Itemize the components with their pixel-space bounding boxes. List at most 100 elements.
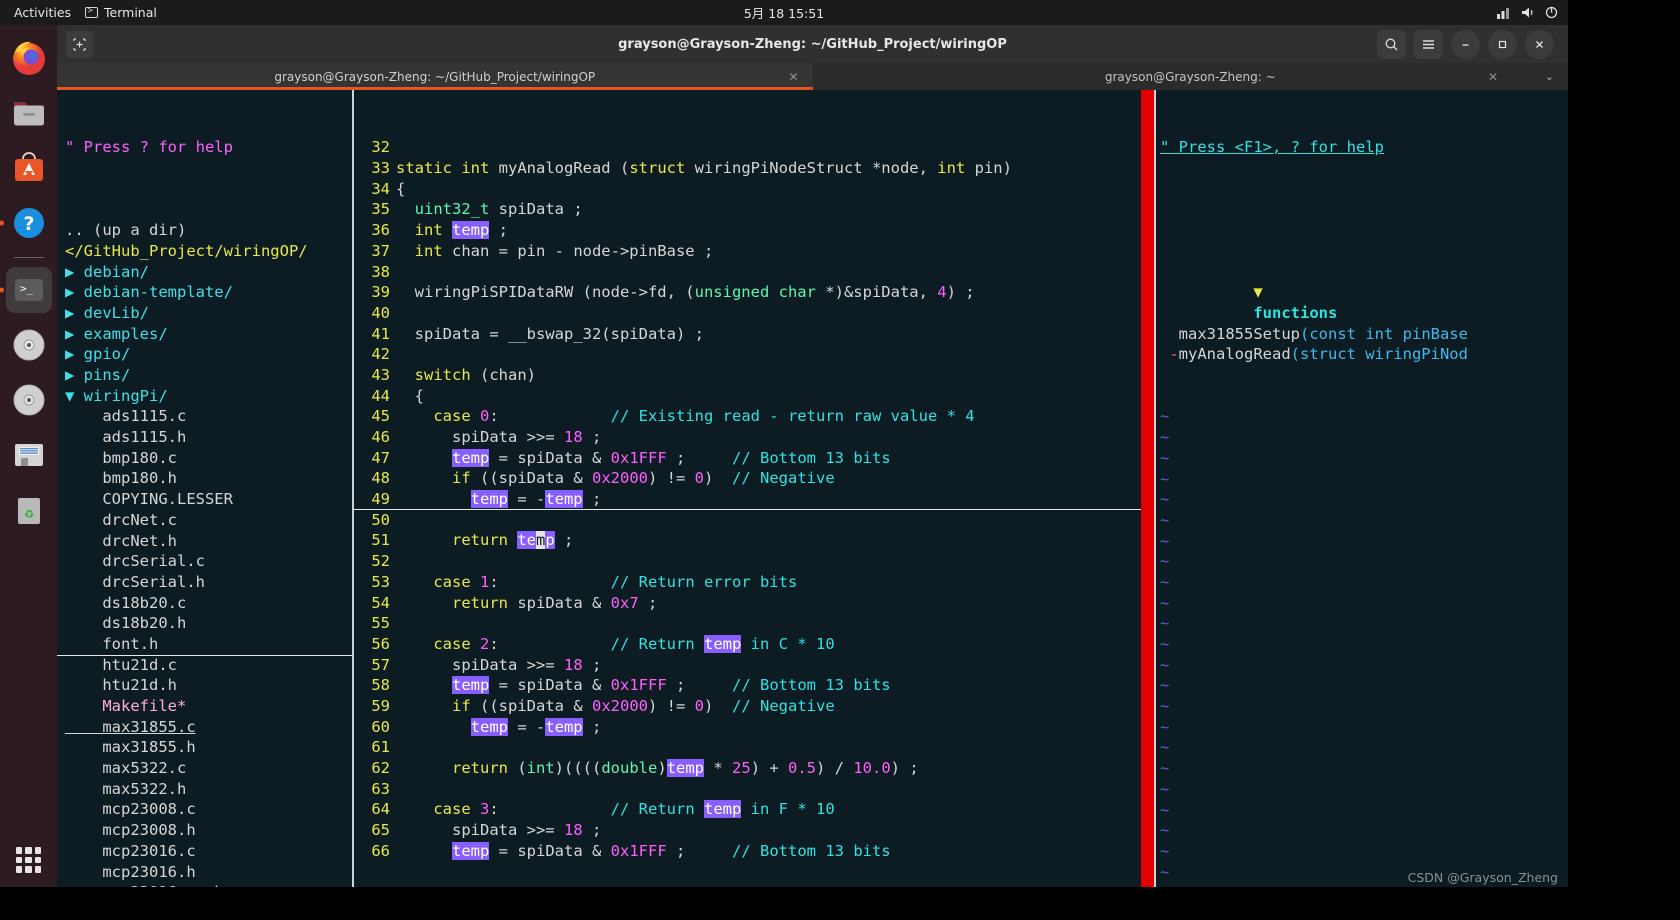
dock-item-terminal[interactable]: >_ xyxy=(0,267,52,313)
code-line[interactable]: 54 return spiData & 0x7 ; xyxy=(354,593,1154,614)
tagbar-tag[interactable]: -myAnalogRead(struct wiringPiNod xyxy=(1156,344,1568,365)
chevron-down-icon[interactable]: ▼ xyxy=(1253,283,1262,301)
code-line[interactable]: 39 wiringPiSPIDataRW (node->fd, (unsigne… xyxy=(354,282,1154,303)
dock-item-trash[interactable]: ♻ xyxy=(6,487,52,533)
terminal-tab-1[interactable]: grayson@Grayson-Zheng: ~/GitHub_Project/… xyxy=(57,63,813,90)
code-line[interactable]: 33 static int myAnalogRead (struct wiring… xyxy=(354,158,1154,179)
activities-button[interactable]: Activities xyxy=(0,5,85,20)
tagbar-tag[interactable]: max31855Setup(const int pinBase xyxy=(1156,324,1568,345)
code-line[interactable]: 63 xyxy=(354,779,1154,800)
code-line[interactable]: 61 xyxy=(354,737,1154,758)
nerdtree-item[interactable]: htu21d.h xyxy=(61,675,352,696)
system-tray[interactable] xyxy=(1497,6,1558,19)
nerdtree-item[interactable]: ds18b20.h xyxy=(61,613,352,634)
minimize-button[interactable] xyxy=(1451,29,1480,59)
nerdtree-item[interactable]: bmp180.h xyxy=(61,468,352,489)
code-line[interactable]: 47 temp = spiData & 0x1FFF ; // Bottom 1… xyxy=(354,448,1154,469)
code-line[interactable]: 55 xyxy=(354,613,1154,634)
code-lines[interactable]: 32 33 static int myAnalogRead (struct wir… xyxy=(354,137,1154,861)
nerdtree-item[interactable]: htu21d.c xyxy=(61,655,352,676)
nerdtree-item[interactable]: ▶ gpio/ xyxy=(61,344,352,365)
dock-item-firefox[interactable] xyxy=(6,35,52,81)
dock-item-ubuntu-software[interactable] xyxy=(6,145,52,191)
nerdtree-item[interactable]: ▶ debian/ xyxy=(61,262,352,283)
code-line[interactable]: 45 case 0: // Existing read - return raw… xyxy=(354,406,1154,427)
new-tab-button[interactable] xyxy=(66,30,93,58)
nerdtree-item[interactable]: </GitHub_Project/wiringOP/ xyxy=(61,241,352,262)
nerdtree-item[interactable]: mcp23008.c xyxy=(61,799,352,820)
dock-item-floppy[interactable] xyxy=(6,432,52,478)
code-line[interactable]: 58 temp = spiData & 0x1FFF ; // Bottom 1… xyxy=(354,675,1154,696)
nerdtree-item[interactable]: max31855.c xyxy=(61,717,352,738)
code-line[interactable]: 65 spiData >>= 18 ; xyxy=(354,820,1154,841)
nerdtree-item[interactable]: font.h xyxy=(61,634,352,655)
close-button[interactable] xyxy=(1525,29,1554,59)
nerdtree-item[interactable]: ads1115.c xyxy=(61,406,352,427)
code-line[interactable]: 32 xyxy=(354,137,1154,158)
code-line[interactable]: 62 return (int)((((double)temp * 25) + 0… xyxy=(354,758,1154,779)
nerdtree-item[interactable]: Makefile* xyxy=(61,696,352,717)
nerdtree-item[interactable] xyxy=(61,200,352,221)
nerdtree-item[interactable]: ▶ debian-template/ xyxy=(61,282,352,303)
nerdtree-item[interactable]: drcSerial.h xyxy=(61,572,352,593)
nerdtree-item[interactable]: max5322.c xyxy=(61,758,352,779)
nerdtree-item[interactable]: ▶ examples/ xyxy=(61,324,352,345)
nerdtree-item[interactable]: drcNet.h xyxy=(61,531,352,552)
show-applications-button[interactable] xyxy=(15,847,42,873)
tagbar-pane[interactable]: " Press <F1>, ? for help ▼ functions max… xyxy=(1156,90,1568,887)
nerdtree-item[interactable]: drcNet.c xyxy=(61,510,352,531)
nerdtree-item[interactable]: max5322.h xyxy=(61,779,352,800)
code-line[interactable]: 34 { xyxy=(354,179,1154,200)
nerdtree-item[interactable]: drcSerial.c xyxy=(61,551,352,572)
code-line[interactable]: 36 int temp ; xyxy=(354,220,1154,241)
code-line[interactable]: 48 if ((spiData & 0x2000) != 0) // Negat… xyxy=(354,468,1154,489)
code-line[interactable]: 64 case 3: // Return temp in F * 10 xyxy=(354,799,1154,820)
active-app-indicator[interactable]: Terminal xyxy=(85,5,157,20)
chevron-down-icon[interactable]: ⌄ xyxy=(1545,70,1554,83)
code-line[interactable]: 41 spiData = __bswap_32(spiData) ; xyxy=(354,324,1154,345)
menu-button[interactable] xyxy=(1414,29,1443,59)
code-line[interactable]: 53 case 1: // Return error bits xyxy=(354,572,1154,593)
code-line[interactable]: 44 { xyxy=(354,386,1154,407)
tagbar-tag-list[interactable]: max31855Setup(const int pinBase -myAnalo… xyxy=(1156,324,1568,365)
dock-item-files[interactable] xyxy=(6,90,52,136)
nerdtree-file-list[interactable]: .. (up a dir) </GitHub_Project/wiringOP/▶… xyxy=(61,200,352,887)
code-line[interactable]: 38 xyxy=(354,262,1154,283)
code-line[interactable]: 35 uint32_t spiData ; xyxy=(354,199,1154,220)
tagbar-kind-functions[interactable]: ▼ functions xyxy=(1156,262,1568,322)
nerdtree-item[interactable]: max31855.h xyxy=(61,737,352,758)
nerdtree-item[interactable]: mcp23016reg.h xyxy=(61,882,352,887)
nerdtree-item[interactable]: mcp23008.h xyxy=(61,820,352,841)
terminal-tab-2[interactable]: grayson@Grayson-Zheng: ~ ✕ ⌄ xyxy=(812,63,1568,90)
clock[interactable]: 5月 18 15:51 xyxy=(744,3,824,22)
code-line[interactable]: 37 int chan = pin - node->pinBase ; xyxy=(354,241,1154,262)
tab-close-icon[interactable]: ✕ xyxy=(788,70,798,84)
code-line[interactable]: 42 xyxy=(354,344,1154,365)
code-line[interactable]: 60 temp = -temp ; xyxy=(354,717,1154,738)
tab-close-icon[interactable]: ✕ xyxy=(1488,70,1498,84)
code-line[interactable]: 40 xyxy=(354,303,1154,324)
code-line[interactable]: 57 spiData >>= 18 ; xyxy=(354,655,1154,676)
nerdtree-item[interactable]: .. (up a dir) xyxy=(61,220,352,241)
nerdtree-file-pane[interactable]: " Press ? for help .. (up a dir) </GitHub… xyxy=(57,90,352,887)
nerdtree-item[interactable]: ▶ devLib/ xyxy=(61,303,352,324)
code-line[interactable]: 50 xyxy=(354,510,1154,531)
code-line[interactable]: 52 xyxy=(354,551,1154,572)
maximize-button[interactable] xyxy=(1488,29,1517,59)
code-line[interactable]: 56 case 2: // Return temp in C * 10 xyxy=(354,634,1154,655)
code-line[interactable]: 43 switch (chan) xyxy=(354,365,1154,386)
dock-item-disc-1[interactable] xyxy=(6,322,52,368)
dock-item-disc-2[interactable] xyxy=(6,377,52,423)
nerdtree-item[interactable]: ▶ pins/ xyxy=(61,365,352,386)
search-button[interactable] xyxy=(1377,29,1406,59)
code-line[interactable]: 49 temp = -temp ; xyxy=(354,489,1154,510)
nerdtree-item[interactable]: bmp180.c xyxy=(61,448,352,469)
code-line[interactable]: 51 return temp ; xyxy=(354,530,1154,551)
code-line[interactable]: 66 temp = spiData & 0x1FFF ; // Bottom 1… xyxy=(354,841,1154,862)
code-line[interactable]: 46 spiData >>= 18 ; xyxy=(354,427,1154,448)
nerdtree-item[interactable]: ▼ wiringPi/ xyxy=(61,386,352,407)
code-editor-pane[interactable]: 32 33 static int myAnalogRead (struct wir… xyxy=(354,90,1154,887)
code-line[interactable]: 59 if ((spiData & 0x2000) != 0) // Negat… xyxy=(354,696,1154,717)
nerdtree-item[interactable]: mcp23016.c xyxy=(61,841,352,862)
dock-item-help[interactable]: ? xyxy=(0,200,52,246)
